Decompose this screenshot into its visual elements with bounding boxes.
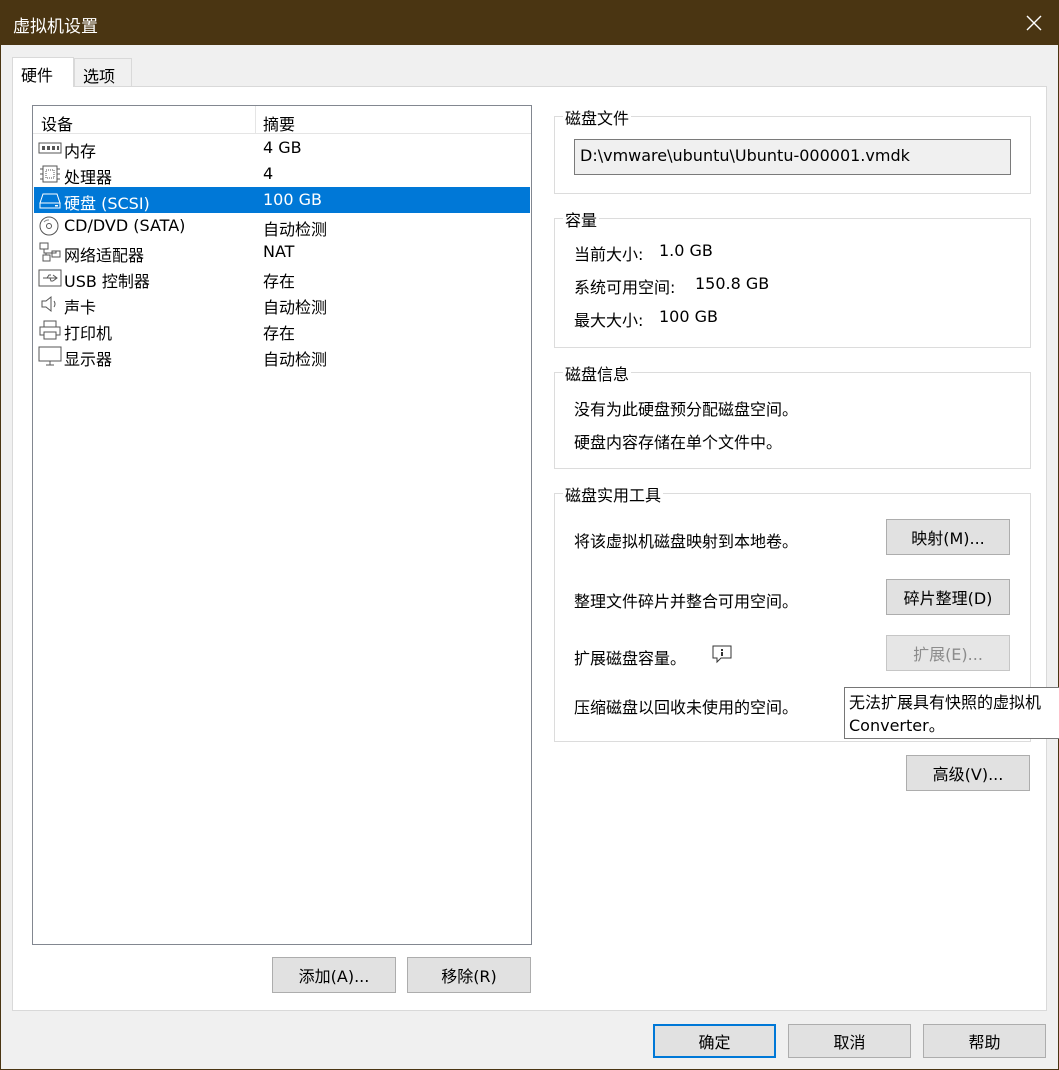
ok-button[interactable]: 确定 bbox=[653, 1024, 776, 1058]
device-list-header: 设备 摘要 bbox=[33, 106, 531, 134]
max-size-value: 100 GB bbox=[659, 307, 718, 326]
capacity-group: 容量 当前大小: 1.0 GB 系统可用空间: 150.8 GB 最大大小: 1… bbox=[554, 207, 1031, 348]
device-row-network-adapter[interactable]: 网络适配器 NAT bbox=[34, 239, 530, 265]
device-name: 处理器 bbox=[64, 168, 113, 187]
device-name: 声卡 bbox=[64, 298, 97, 317]
device-row-printer[interactable]: 打印机 存在 bbox=[34, 317, 530, 343]
device-name: CD/DVD (SATA) bbox=[64, 216, 186, 235]
processor-icon bbox=[40, 165, 60, 183]
device-row-usb-controller[interactable]: USB 控制器 存在 bbox=[34, 265, 530, 291]
add-device-button[interactable]: 添加(A)... bbox=[272, 957, 396, 993]
window-title: 虚拟机设置 bbox=[13, 17, 98, 37]
capacity-legend: 容量 bbox=[563, 207, 600, 231]
hard-disk-icon bbox=[39, 193, 61, 209]
disk-file-path-field[interactable]: D:\vmware\ubuntu\Ubuntu-000001.vmdk bbox=[574, 139, 1011, 175]
device-summary: 自动检测 bbox=[263, 298, 328, 317]
device-name: USB 控制器 bbox=[64, 272, 150, 291]
device-row-processor[interactable]: 处理器 4 bbox=[34, 161, 530, 187]
device-summary: 4 GB bbox=[263, 138, 302, 157]
tab-options[interactable]: 选项 bbox=[74, 58, 132, 87]
remove-device-button[interactable]: 移除(R) bbox=[407, 957, 531, 993]
vm-settings-window: 虚拟机设置 硬件 选项 设备 摘要 内存 4 GB 处理器 4 硬盘 (SCSI… bbox=[0, 0, 1059, 1070]
map-button[interactable]: 映射(M)... bbox=[886, 519, 1010, 555]
hardware-tab-panel: 设备 摘要 内存 4 GB 处理器 4 硬盘 (SCSI) 100 GB CD/… bbox=[12, 86, 1047, 1011]
cancel-button[interactable]: 取消 bbox=[788, 1024, 911, 1058]
device-name: 显示器 bbox=[64, 350, 113, 369]
device-row-hard-disk[interactable]: 硬盘 (SCSI) 100 GB bbox=[34, 187, 530, 213]
current-size-value: 1.0 GB bbox=[659, 241, 713, 260]
device-summary: NAT bbox=[263, 242, 295, 261]
column-divider[interactable] bbox=[255, 106, 256, 134]
device-row-display[interactable]: 显示器 自动检测 bbox=[34, 343, 530, 369]
current-size-label: 当前大小: bbox=[574, 245, 644, 264]
device-summary: 存在 bbox=[263, 272, 296, 291]
compact-description: 压缩磁盘以回收未使用的空间。 bbox=[574, 698, 799, 717]
tooltip-line-1: 无法扩展具有快照的虚拟机 bbox=[849, 693, 1042, 712]
defragment-button[interactable]: 碎片整理(D) bbox=[886, 579, 1010, 615]
tab-hardware[interactable]: 硬件 bbox=[12, 57, 74, 87]
info-icon[interactable] bbox=[711, 644, 733, 664]
disk-file-legend: 磁盘文件 bbox=[563, 105, 632, 129]
speaker-icon bbox=[41, 295, 56, 313]
storage-info: 硬盘内容存储在单个文件中。 bbox=[574, 433, 783, 452]
column-header-summary[interactable]: 摘要 bbox=[263, 111, 295, 135]
device-summary: 自动检测 bbox=[263, 220, 328, 239]
max-size-label: 最大大小: bbox=[574, 311, 644, 330]
defragment-description: 整理文件碎片并整合可用空间。 bbox=[574, 592, 799, 611]
disk-utilities-legend: 磁盘实用工具 bbox=[563, 482, 664, 506]
device-summary: 100 GB bbox=[263, 190, 322, 209]
expand-description: 扩展磁盘容量。 bbox=[574, 649, 687, 668]
close-icon bbox=[1026, 15, 1042, 31]
network-adapter-icon bbox=[39, 242, 61, 262]
available-space-value: 150.8 GB bbox=[695, 274, 770, 293]
tooltip-line-2: Converter。 bbox=[849, 716, 945, 735]
disk-info-legend: 磁盘信息 bbox=[563, 361, 632, 385]
memory-icon bbox=[38, 142, 62, 154]
device-summary: 存在 bbox=[263, 324, 296, 343]
title-bar[interactable]: 虚拟机设置 bbox=[1, 1, 1059, 45]
available-space-label: 系统可用空间: bbox=[574, 278, 676, 297]
usb-icon bbox=[38, 269, 62, 287]
device-name: 内存 bbox=[64, 142, 97, 161]
device-summary: 4 bbox=[263, 164, 274, 183]
device-name: 硬盘 (SCSI) bbox=[64, 194, 150, 213]
disk-file-group: 磁盘文件 D:\vmware\ubuntu\Ubuntu-000001.vmdk bbox=[554, 105, 1031, 194]
expand-tooltip: 无法扩展具有快照的虚拟机 Converter。 bbox=[844, 687, 1059, 739]
column-header-device[interactable]: 设备 bbox=[41, 111, 73, 135]
monitor-icon bbox=[38, 346, 62, 366]
close-button[interactable] bbox=[1008, 1, 1059, 45]
expand-button[interactable]: 扩展(E)... bbox=[886, 635, 1010, 671]
device-list[interactable]: 设备 摘要 内存 4 GB 处理器 4 硬盘 (SCSI) 100 GB CD/… bbox=[32, 105, 532, 945]
device-summary: 自动检测 bbox=[263, 350, 328, 369]
device-row-sound-card[interactable]: 声卡 自动检测 bbox=[34, 291, 530, 317]
advanced-button[interactable]: 高级(V)... bbox=[906, 755, 1030, 791]
preallocation-info: 没有为此硬盘预分配磁盘空间。 bbox=[574, 400, 799, 419]
cd-dvd-icon bbox=[39, 216, 59, 236]
device-name: 网络适配器 bbox=[64, 246, 145, 265]
device-row-memory[interactable]: 内存 4 GB bbox=[34, 135, 530, 161]
device-row-cd-dvd[interactable]: CD/DVD (SATA) 自动检测 bbox=[34, 213, 530, 239]
help-button[interactable]: 帮助 bbox=[923, 1024, 1046, 1058]
map-description: 将该虚拟机磁盘映射到本地卷。 bbox=[574, 532, 799, 551]
printer-icon bbox=[39, 320, 61, 340]
device-name: 打印机 bbox=[64, 324, 113, 343]
disk-info-group: 磁盘信息 没有为此硬盘预分配磁盘空间。 硬盘内容存储在单个文件中。 bbox=[554, 361, 1031, 469]
